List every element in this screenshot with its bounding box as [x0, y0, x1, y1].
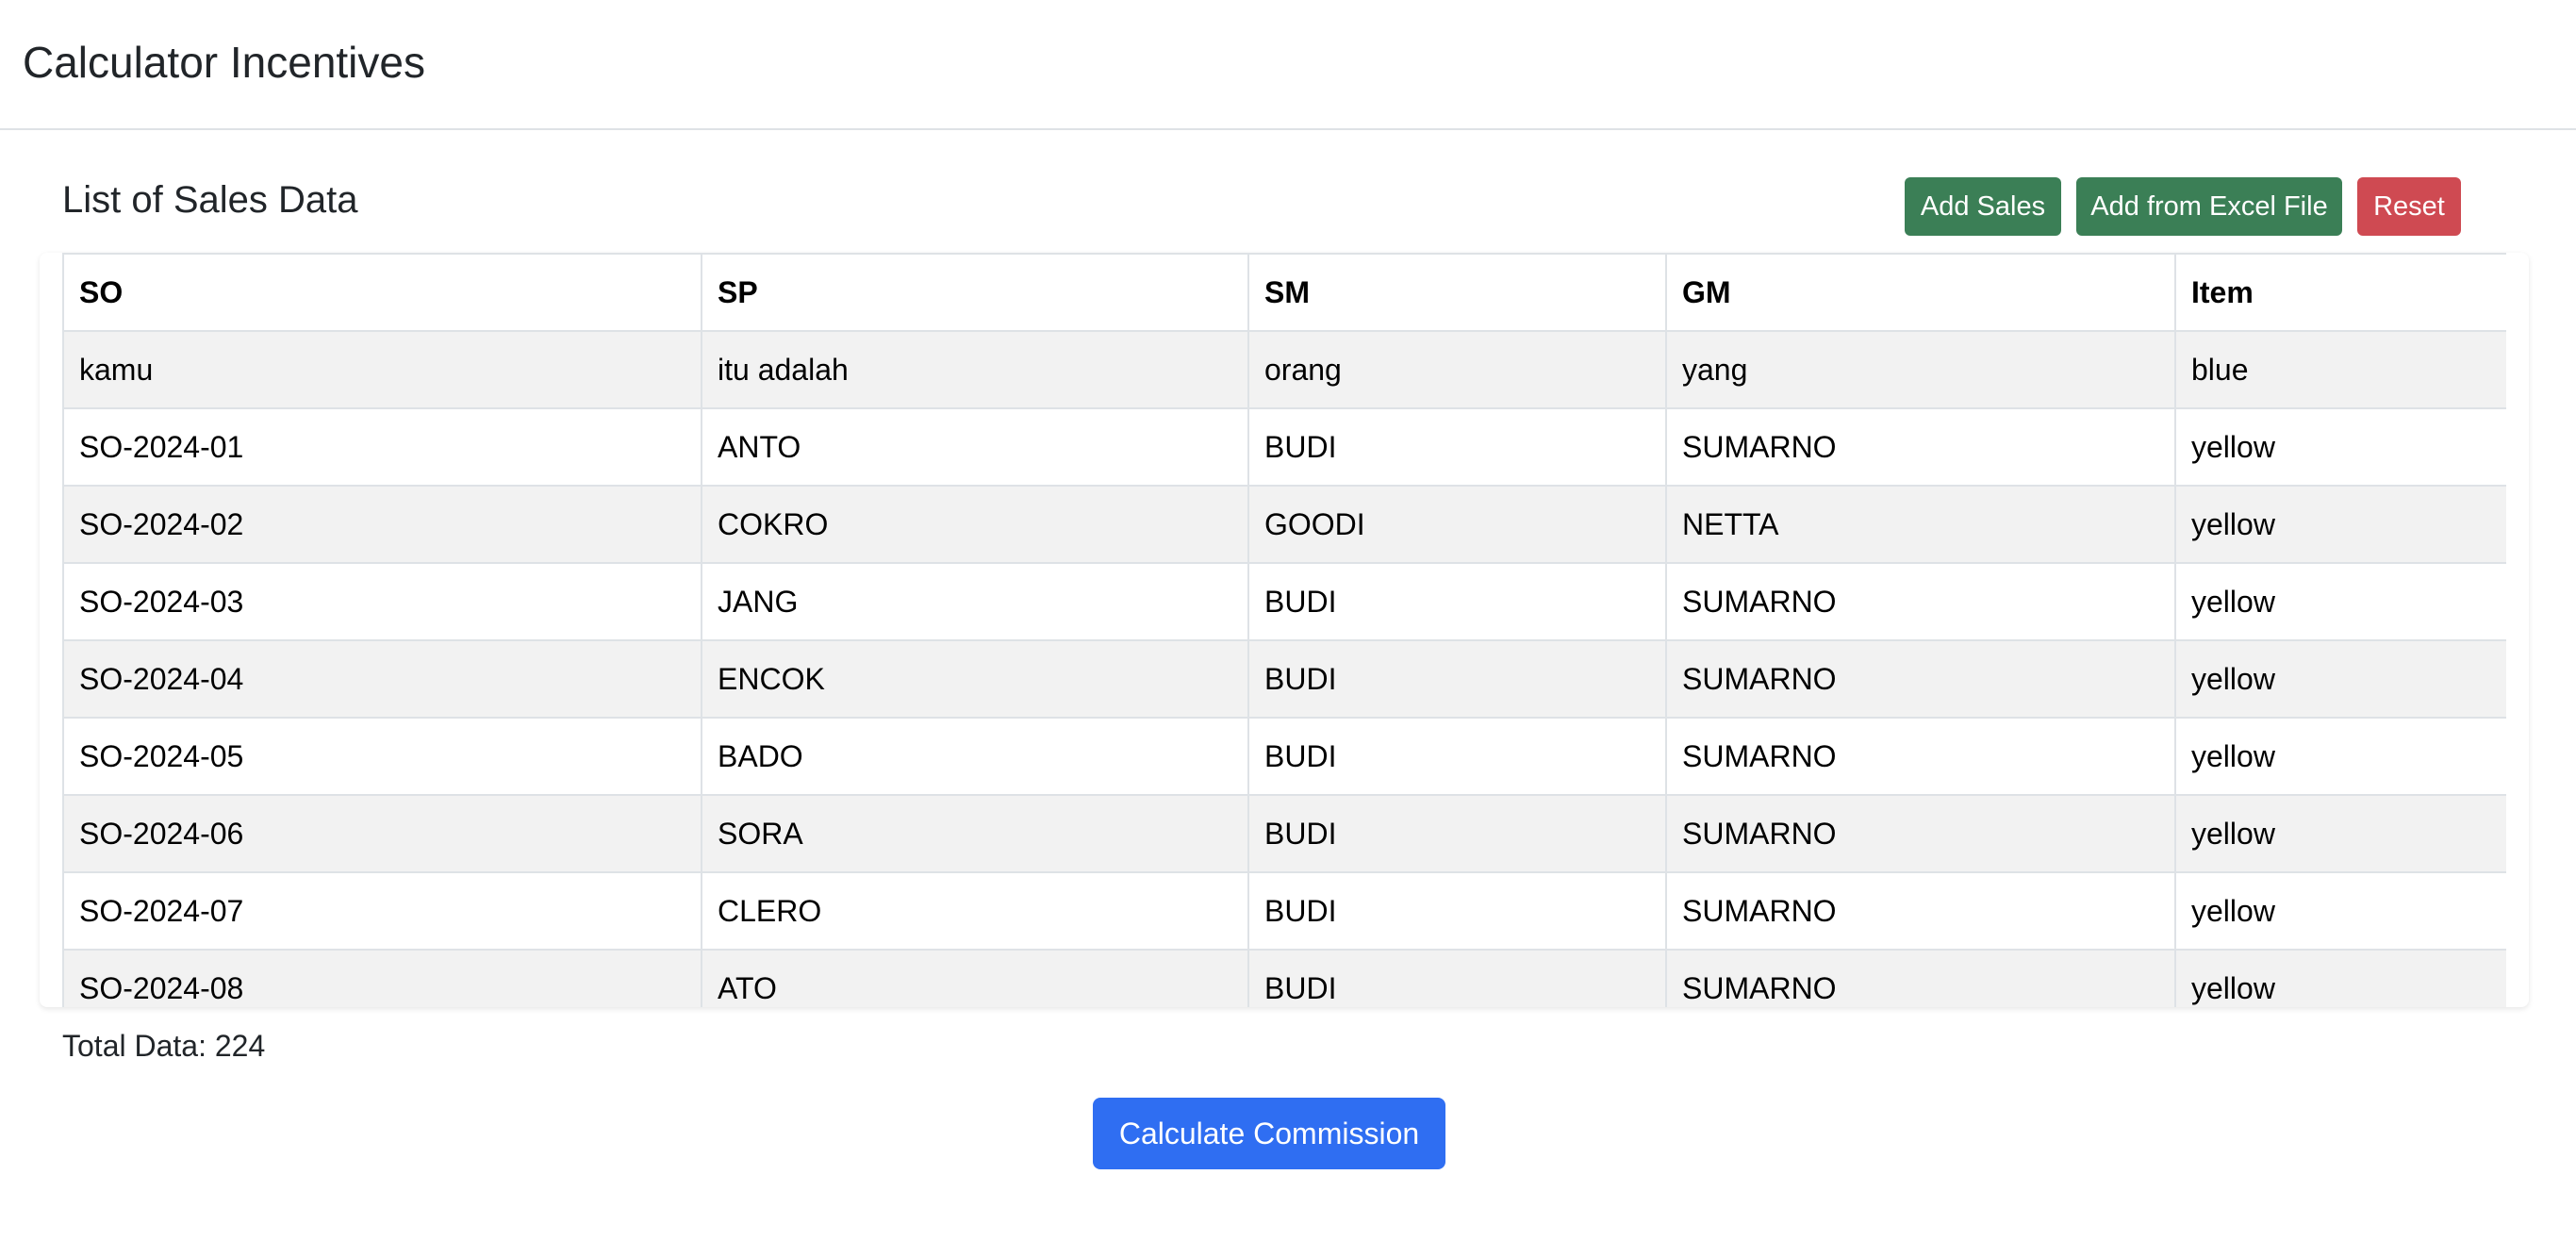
table-header: SO SP SM GM Item [62, 253, 2506, 332]
table-row: SO-2024-04 ENCOK BUDI SUMARNO yellow [62, 639, 2506, 719]
cell-sm: BUDI [1247, 639, 1667, 719]
table-row: SO-2024-08 ATO BUDI SUMARNO yellow [62, 949, 2506, 1007]
cell-so: SO-2024-05 [62, 717, 702, 796]
column-header-sp: SP [701, 253, 1249, 332]
app-title: Calculator Incentives [23, 38, 425, 87]
cell-sp: JANG [701, 562, 1249, 641]
cell-item: yellow [2174, 485, 2506, 564]
cell-sp: itu adalah [701, 330, 1249, 409]
header-row: SO SP SM GM Item [62, 253, 2506, 332]
table-row: kamu itu adalah orang yang blue [62, 330, 2506, 409]
cell-sm: GOODI [1247, 485, 1667, 564]
sales-table: SO SP SM GM Item kamu itu adalah orang y… [62, 253, 2506, 1007]
table-row: SO-2024-06 SORA BUDI SUMARNO yellow [62, 794, 2506, 873]
cell-gm: SUMARNO [1665, 407, 2176, 487]
cell-so: SO-2024-04 [62, 639, 702, 719]
cell-so: SO-2024-03 [62, 562, 702, 641]
cell-sp: COKRO [701, 485, 1249, 564]
add-sales-button[interactable]: Add Sales [1905, 177, 2061, 236]
reset-button[interactable]: Reset [2357, 177, 2461, 236]
cell-item: yellow [2174, 794, 2506, 873]
cell-sm: BUDI [1247, 794, 1667, 873]
section-title: List of Sales Data [62, 179, 358, 221]
cell-so: SO-2024-08 [62, 949, 702, 1007]
cell-sp: BADO [701, 717, 1249, 796]
cell-sm: BUDI [1247, 871, 1667, 951]
sales-table-scroll-area[interactable]: SO SP SM GM Item kamu itu adalah orang y… [62, 253, 2506, 1007]
table-row: SO-2024-01 ANTO BUDI SUMARNO yellow [62, 407, 2506, 487]
cell-sp: SORA [701, 794, 1249, 873]
cell-item: yellow [2174, 717, 2506, 796]
column-header-gm: GM [1665, 253, 2176, 332]
cell-sm: BUDI [1247, 562, 1667, 641]
cell-item: yellow [2174, 639, 2506, 719]
cell-sp: CLERO [701, 871, 1249, 951]
sales-table-card: SO SP SM GM Item kamu itu adalah orang y… [40, 253, 2529, 1007]
cell-so: SO-2024-07 [62, 871, 702, 951]
cell-gm: yang [1665, 330, 2176, 409]
cell-item: yellow [2174, 949, 2506, 1007]
cell-so: kamu [62, 330, 702, 409]
cell-sm: BUDI [1247, 949, 1667, 1007]
cell-sp: ATO [701, 949, 1249, 1007]
table-row: SO-2024-05 BADO BUDI SUMARNO yellow [62, 717, 2506, 796]
cell-item: yellow [2174, 871, 2506, 951]
cell-sm: BUDI [1247, 407, 1667, 487]
cell-sp: ANTO [701, 407, 1249, 487]
cell-gm: SUMARNO [1665, 639, 2176, 719]
column-header-sm: SM [1247, 253, 1667, 332]
total-data-count: Total Data: 224 [62, 1029, 266, 1063]
cell-item: yellow [2174, 562, 2506, 641]
cell-so: SO-2024-02 [62, 485, 702, 564]
cell-sp: ENCOK [701, 639, 1249, 719]
cell-gm: SUMARNO [1665, 871, 2176, 951]
column-header-so: SO [62, 253, 702, 332]
cell-so: SO-2024-06 [62, 794, 702, 873]
cell-item: yellow [2174, 407, 2506, 487]
cell-so: SO-2024-01 [62, 407, 702, 487]
table-body: kamu itu adalah orang yang blue SO-2024-… [62, 330, 2506, 1007]
table-row: SO-2024-07 CLERO BUDI SUMARNO yellow [62, 871, 2506, 951]
cell-sm: orang [1247, 330, 1667, 409]
cell-gm: SUMARNO [1665, 949, 2176, 1007]
table-row: SO-2024-03 JANG BUDI SUMARNO yellow [62, 562, 2506, 641]
column-header-item: Item [2174, 253, 2506, 332]
cell-gm: NETTA [1665, 485, 2176, 564]
cell-gm: SUMARNO [1665, 717, 2176, 796]
add-from-excel-button[interactable]: Add from Excel File [2076, 177, 2342, 236]
cell-gm: SUMARNO [1665, 794, 2176, 873]
table-row: SO-2024-02 COKRO GOODI NETTA yellow [62, 485, 2506, 564]
cell-gm: SUMARNO [1665, 562, 2176, 641]
cell-sm: BUDI [1247, 717, 1667, 796]
top-navbar: Calculator Incentives [0, 0, 2576, 130]
cell-item: blue [2174, 330, 2506, 409]
calculate-commission-button[interactable]: Calculate Commission [1093, 1098, 1445, 1169]
